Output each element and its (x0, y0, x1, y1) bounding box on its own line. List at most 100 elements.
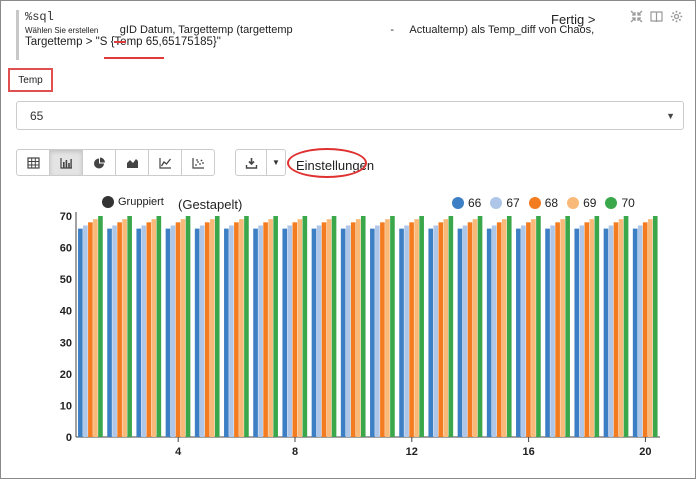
bar-69 (268, 219, 273, 437)
bar-69 (355, 219, 361, 437)
bar-70 (98, 216, 103, 437)
bar-70 (565, 216, 570, 437)
bar-66 (194, 228, 200, 437)
bar-67 (375, 225, 380, 437)
bar-67 (112, 225, 117, 437)
bar-70 (302, 216, 308, 437)
bar-69 (472, 219, 478, 437)
bar-67 (316, 225, 322, 437)
bar-68 (263, 222, 268, 437)
bar-67 (199, 225, 205, 437)
y-tick-label: 30 (60, 337, 72, 349)
bar-70 (127, 216, 132, 437)
bar-69 (122, 219, 127, 437)
bar-69 (647, 219, 653, 437)
x-tick-label: 4 (175, 446, 182, 458)
bar-66 (253, 228, 258, 437)
bar-67 (637, 225, 643, 437)
bar-68 (88, 222, 93, 437)
x-tick-label: 16 (522, 446, 534, 458)
bar-69 (385, 219, 390, 437)
bar-68 (526, 222, 531, 437)
bar-67 (258, 225, 263, 437)
bar-68 (350, 222, 356, 437)
bar-70 (244, 216, 249, 437)
bar-70 (652, 216, 658, 437)
bar-67 (345, 225, 351, 437)
bar-68 (438, 222, 444, 437)
bar-68 (117, 222, 122, 437)
bar-69 (501, 219, 507, 437)
bar-chart: 0 10 20 30 40 50 60 70 4 8 12 16 20 (60, 211, 660, 458)
bar-68 (380, 222, 385, 437)
bar-66 (486, 228, 492, 437)
y-tick-label: 10 (60, 400, 72, 412)
bar-68 (292, 222, 298, 437)
y-tick-label: 20 (60, 369, 72, 381)
x-tick-label: 20 (639, 446, 651, 458)
bar-69 (297, 219, 303, 437)
bar-70 (477, 216, 483, 437)
bar-66 (545, 228, 550, 437)
bar-69 (531, 219, 536, 437)
bar-67 (491, 225, 497, 437)
bar-66 (224, 228, 229, 437)
bar-68 (555, 222, 560, 437)
bar-67 (229, 225, 234, 437)
bar-66 (311, 228, 317, 437)
bar-66 (282, 228, 288, 437)
bar-68 (204, 222, 210, 437)
bar-68 (467, 222, 473, 437)
bar-67 (462, 225, 468, 437)
bar-67 (550, 225, 555, 437)
y-tick-label: 60 (60, 243, 72, 255)
y-tick-label: 40 (60, 306, 72, 318)
bar-66 (428, 228, 434, 437)
bar-68 (584, 222, 590, 437)
bar-68 (642, 222, 648, 437)
bar-70 (273, 216, 278, 437)
bar-66 (603, 228, 609, 437)
bar-70 (448, 216, 454, 437)
bar-66 (78, 228, 83, 437)
bar-66 (107, 228, 112, 437)
bar-67 (287, 225, 293, 437)
y-tick-label: 70 (60, 211, 72, 223)
bar-66 (574, 228, 580, 437)
bar-70 (623, 216, 629, 437)
bar-68 (146, 222, 152, 437)
bar-70 (156, 216, 162, 437)
bar-70 (419, 216, 424, 437)
bar-68 (496, 222, 502, 437)
bar-68 (613, 222, 619, 437)
bar-69 (589, 219, 595, 437)
bar-70 (331, 216, 337, 437)
bar-69 (180, 219, 186, 437)
bar-67 (404, 225, 409, 437)
bar-67 (579, 225, 585, 437)
y-tick-label: 0 (66, 432, 72, 444)
bar-66 (399, 228, 404, 437)
bar-67 (141, 225, 147, 437)
y-tick-label: 50 (60, 274, 72, 286)
bar-70 (506, 216, 512, 437)
bar-69 (209, 219, 215, 437)
bar-66 (457, 228, 463, 437)
bar-66 (632, 228, 638, 437)
bar-69 (443, 219, 449, 437)
bar-68 (409, 222, 414, 437)
bar-67 (433, 225, 439, 437)
bar-69 (560, 219, 565, 437)
bar-70 (536, 216, 541, 437)
bar-68 (175, 222, 181, 437)
bar-69 (618, 219, 624, 437)
bar-67 (608, 225, 614, 437)
bar-70 (360, 216, 366, 437)
x-tick-label: 8 (292, 446, 298, 458)
bar-67 (170, 225, 176, 437)
bar-66 (516, 228, 521, 437)
x-tick-label: 12 (406, 446, 418, 458)
bar-70 (185, 216, 191, 437)
bar-66 (370, 228, 375, 437)
bar-68 (234, 222, 239, 437)
